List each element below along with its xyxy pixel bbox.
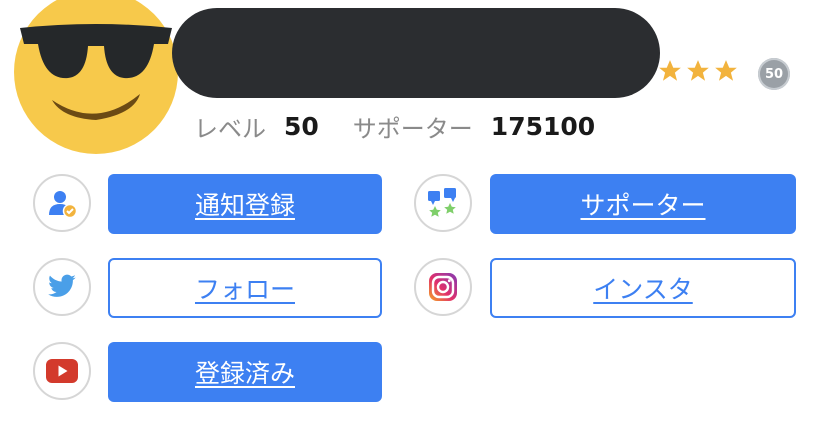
instagram-icon [429,273,457,301]
star-icon [659,60,681,81]
supporter-stars-icon [428,188,456,217]
youtube-icon-circle [33,342,91,400]
youtube-subscribed-button[interactable]: 登録済み [108,342,382,402]
rank-stars [657,58,739,84]
level-value: 50 [284,111,319,141]
star-icon [687,60,709,81]
notify-register-button[interactable]: 通知登録 [108,174,382,234]
instagram-button[interactable]: インスタ [490,258,796,318]
youtube-icon [46,359,78,383]
star-icon [715,60,737,81]
profile-stats: レベル 50 サポーター 175100 [194,108,595,144]
supporter-label: サポーター [352,114,473,143]
twitter-bird-icon [48,274,76,297]
level-label: レベル [194,114,266,143]
avatar [14,0,178,154]
supporter-button[interactable]: サポーター [490,174,796,234]
person-check-icon [49,191,78,219]
level-badge: 50 [758,58,790,90]
sunglasses-emoji-icon [14,0,178,154]
supporter-count: 175100 [490,111,596,141]
supporter-icon-circle [414,174,472,232]
username-redacted [172,8,660,98]
notify-icon-circle [33,174,91,232]
twitter-follow-button[interactable]: フォロー [108,258,382,318]
instagram-icon-circle [414,258,472,316]
twitter-icon-circle [33,258,91,316]
